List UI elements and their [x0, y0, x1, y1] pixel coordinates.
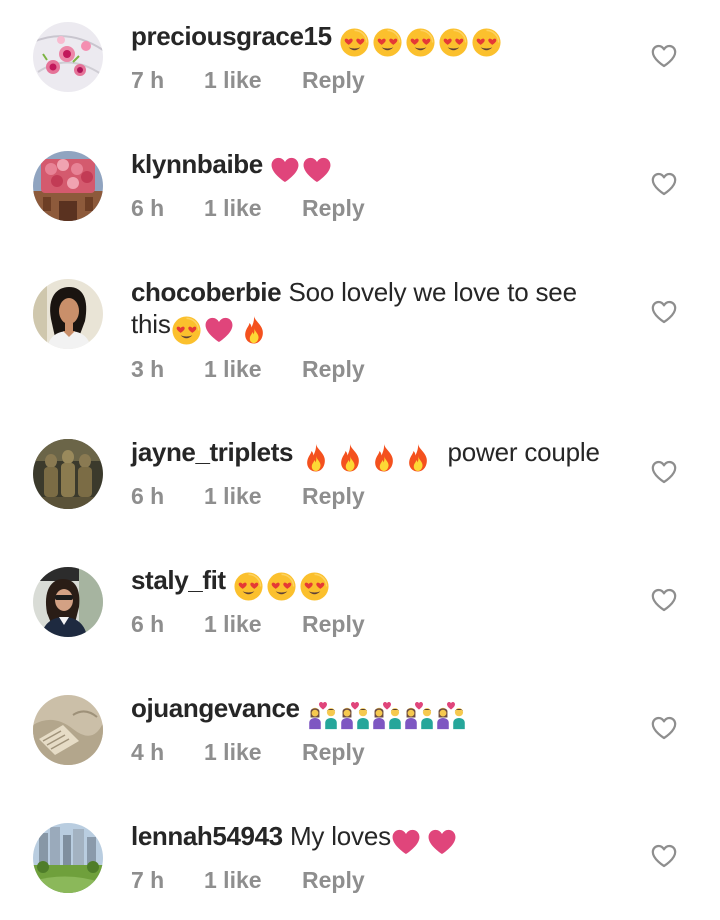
- heart-eyes-icon: [405, 27, 436, 58]
- heart-eyes-icon: [266, 571, 297, 602]
- comment-emojis: [339, 24, 504, 58]
- comment-likes[interactable]: 1 like: [204, 66, 302, 94]
- pink-heart-icon: [302, 157, 332, 183]
- avatar[interactable]: [33, 279, 103, 349]
- comment-emojis: [171, 312, 268, 346]
- comment-username[interactable]: chocoberbie: [131, 277, 282, 307]
- comment-time: 7 h: [131, 67, 165, 93]
- like-heart-icon[interactable]: [651, 844, 677, 868]
- comment-emojis: [391, 824, 459, 856]
- fire-icon: [372, 443, 396, 473]
- comment-username[interactable]: klynnbaibe: [131, 149, 263, 179]
- reply-button[interactable]: Reply: [302, 482, 365, 510]
- couple-with-heart-icon: [371, 698, 403, 730]
- like-heart-icon[interactable]: [651, 716, 677, 740]
- reply-button[interactable]: Reply: [302, 194, 365, 222]
- comment-body: ojuangevance: [131, 692, 631, 730]
- heart-eyes-icon: [233, 571, 264, 602]
- comment-emojis: [304, 440, 440, 473]
- comment-text: My loves: [289, 821, 391, 851]
- avatar[interactable]: [33, 567, 103, 637]
- pink-heart-icon: [204, 317, 234, 343]
- comment-username[interactable]: jayne_triplets: [131, 437, 293, 467]
- heart-eyes-icon: [372, 27, 403, 58]
- heart-eyes-icon: [471, 27, 502, 58]
- comment-meta: 4 h 1 like Reply: [131, 738, 365, 766]
- comment-meta: 6 h 1 like Reply: [131, 482, 365, 510]
- comment-likes[interactable]: 1 like: [204, 482, 302, 510]
- comment-time: 3 h: [131, 356, 165, 382]
- comment-body: staly_fit: [131, 564, 631, 602]
- like-heart-icon[interactable]: [651, 460, 677, 484]
- pink-heart-icon: [270, 157, 300, 183]
- heart-eyes-icon: [438, 27, 469, 58]
- comment-username[interactable]: staly_fit: [131, 565, 226, 595]
- comment-username[interactable]: lennah54943: [131, 821, 283, 851]
- heart-eyes-icon: [299, 571, 330, 602]
- pink-heart-icon: [427, 829, 457, 855]
- avatar[interactable]: [33, 823, 103, 893]
- comment-text: Soo lovely we love to see: [288, 277, 577, 307]
- couple-with-heart-icon: [339, 698, 371, 730]
- fire-icon: [338, 443, 362, 473]
- heart-eyes-icon: [171, 315, 202, 346]
- avatar[interactable]: [33, 151, 103, 221]
- comment-username[interactable]: preciousgrace15: [131, 21, 332, 51]
- comment-time: 6 h: [131, 611, 165, 637]
- reply-button[interactable]: Reply: [302, 866, 365, 894]
- fire-icon: [304, 443, 328, 473]
- fire-icon: [242, 315, 266, 345]
- comment-likes[interactable]: 1 like: [204, 194, 302, 222]
- comment-body: lennah54943 My loves: [131, 820, 631, 856]
- comment-time: 4 h: [131, 739, 165, 765]
- comment-username[interactable]: ojuangevance: [131, 693, 300, 723]
- comment-body: jayne_triplets power couple: [131, 436, 631, 473]
- comment-meta: 6 h 1 like Reply: [131, 610, 365, 638]
- like-heart-icon[interactable]: [651, 172, 677, 196]
- heart-eyes-icon: [339, 27, 370, 58]
- like-heart-icon[interactable]: [651, 300, 677, 324]
- comment-meta: 7 h 1 like Reply: [131, 66, 365, 94]
- fire-icon: [406, 443, 430, 473]
- comment-emojis: [307, 696, 467, 730]
- avatar[interactable]: [33, 695, 103, 765]
- comment-emojis: [270, 152, 334, 184]
- comment-text: power couple: [447, 437, 600, 467]
- comment-meta: 3 h 1 like Reply: [131, 355, 365, 383]
- comment-emojis: [233, 568, 332, 602]
- reply-button[interactable]: Reply: [302, 66, 365, 94]
- avatar[interactable]: [33, 439, 103, 509]
- comment-meta: 7 h 1 like Reply: [131, 866, 365, 894]
- comment-time: 6 h: [131, 483, 165, 509]
- comment-body: klynnbaibe: [131, 148, 631, 184]
- like-heart-icon[interactable]: [651, 44, 677, 68]
- couple-with-heart-icon: [435, 698, 467, 730]
- comment-likes[interactable]: 1 like: [204, 610, 302, 638]
- reply-button[interactable]: Reply: [302, 355, 365, 383]
- comment-time: 6 h: [131, 195, 165, 221]
- comment-likes[interactable]: 1 like: [204, 866, 302, 894]
- comment-text-continued: this: [131, 309, 171, 339]
- couple-with-heart-icon: [307, 698, 339, 730]
- reply-button[interactable]: Reply: [302, 738, 365, 766]
- comment-body: chocoberbie Soo lovely we love to see th…: [131, 276, 631, 346]
- avatar[interactable]: [33, 22, 103, 92]
- comment-likes[interactable]: 1 like: [204, 738, 302, 766]
- comment-meta: 6 h 1 like Reply: [131, 194, 365, 222]
- couple-with-heart-icon: [403, 698, 435, 730]
- comment-likes[interactable]: 1 like: [204, 355, 302, 383]
- pink-heart-icon: [391, 829, 421, 855]
- comment-body: preciousgrace15: [131, 20, 631, 58]
- reply-button[interactable]: Reply: [302, 610, 365, 638]
- like-heart-icon[interactable]: [651, 588, 677, 612]
- comment-time: 7 h: [131, 867, 165, 893]
